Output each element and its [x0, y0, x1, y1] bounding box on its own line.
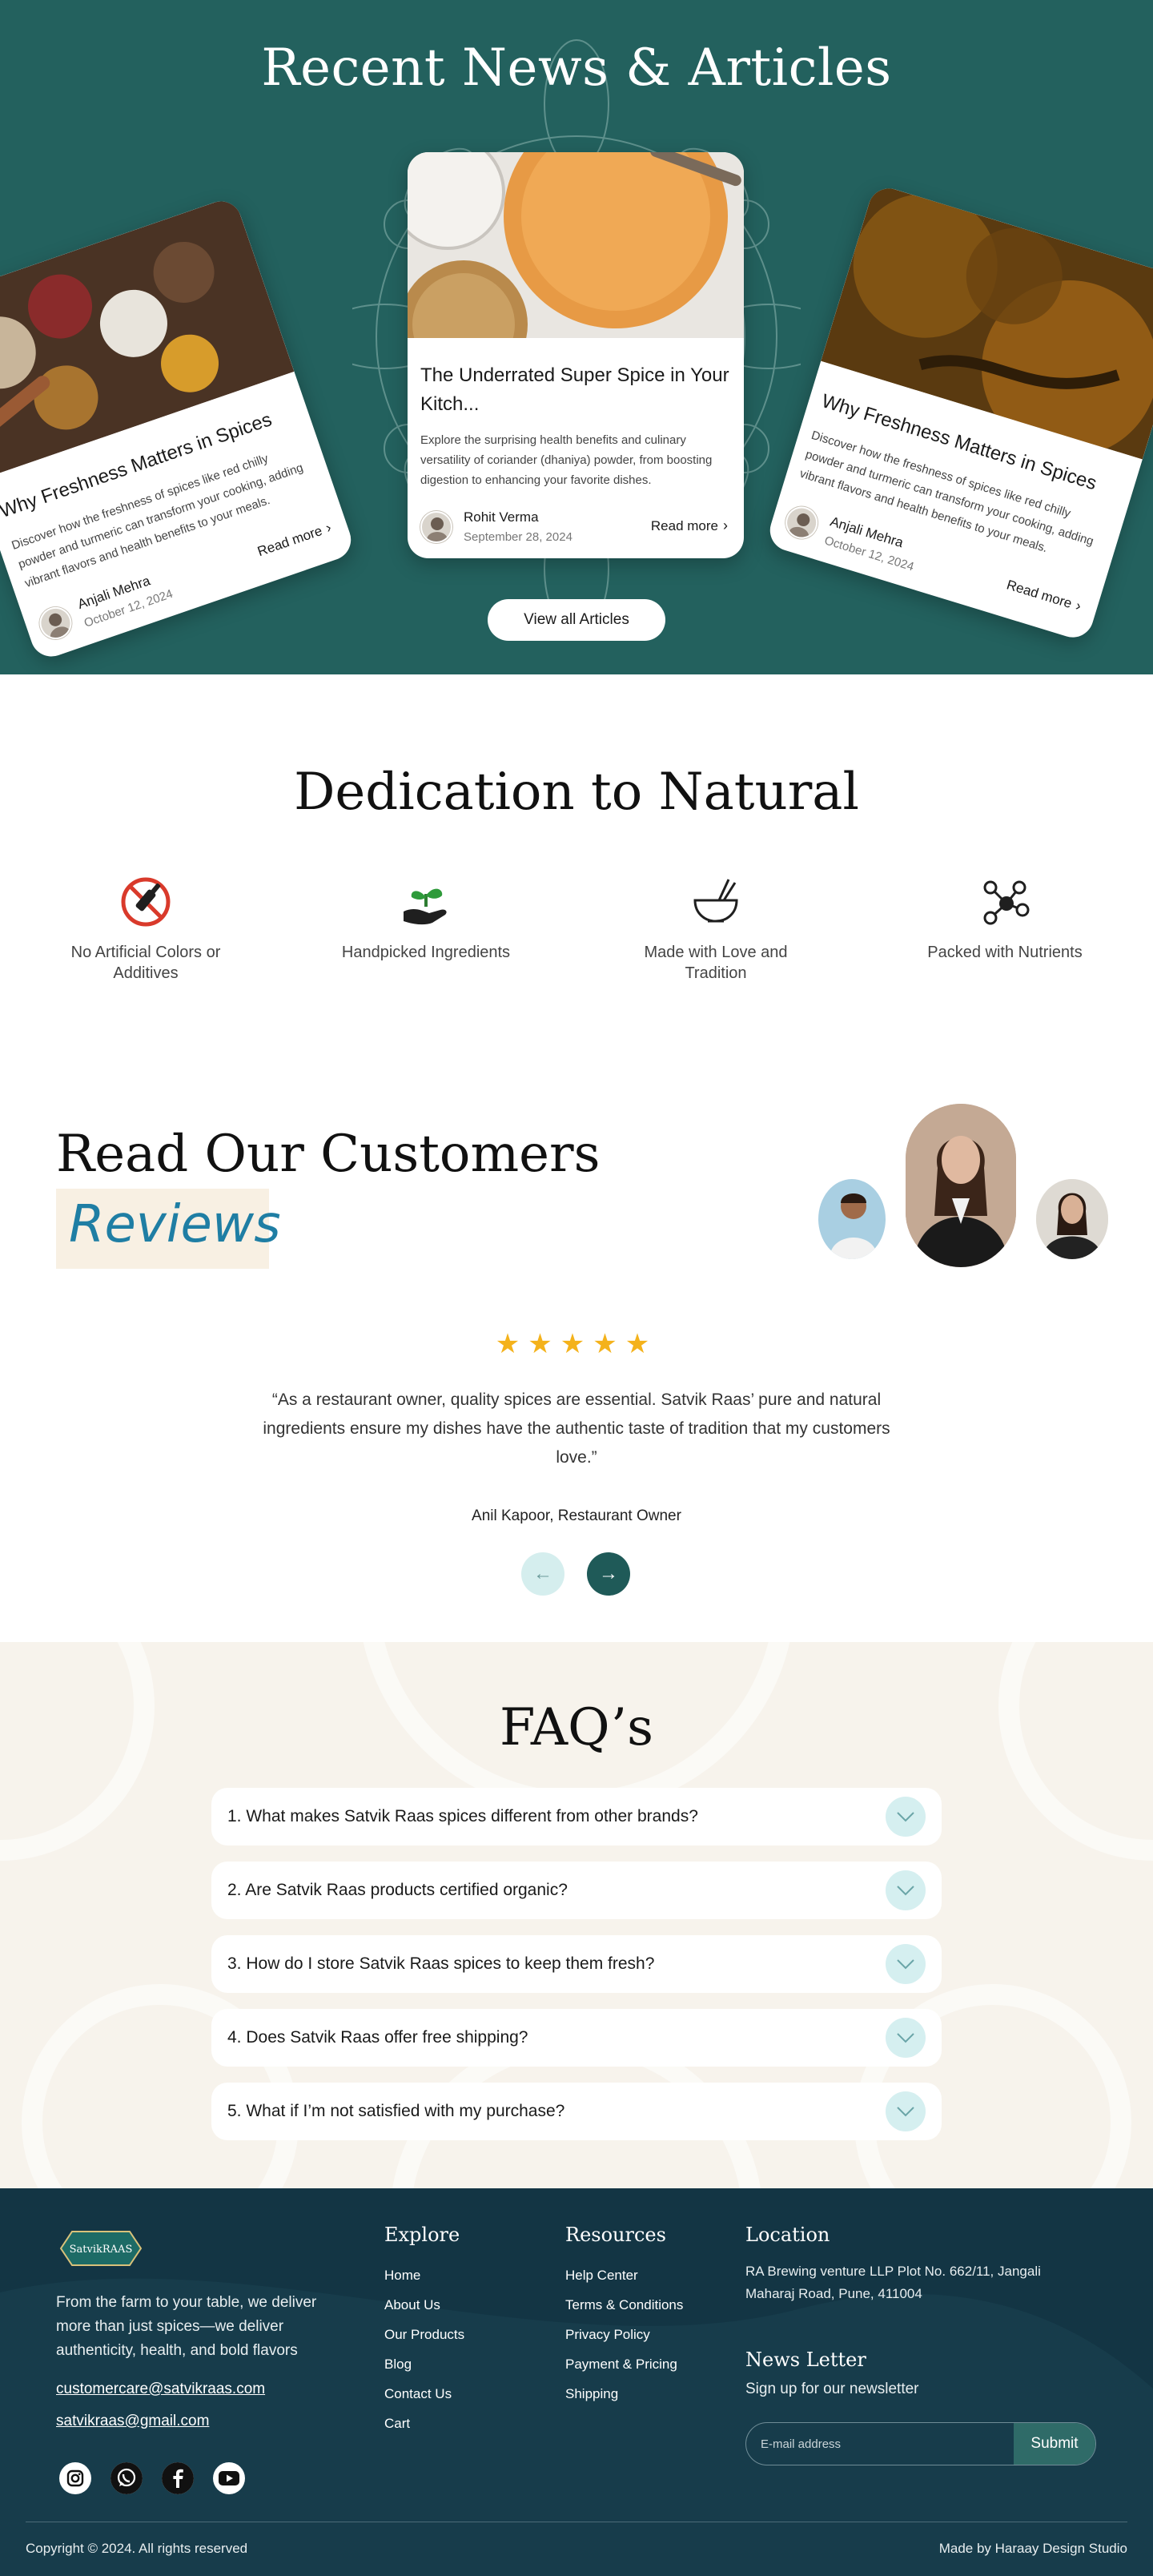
newsletter-subtitle: Sign up for our newsletter: [745, 2381, 919, 2397]
footer-resources-column: Resources Help Center Terms & Conditions…: [565, 2224, 683, 2409]
reviews-section: Read Our Customers Reviews ★★★★★ “As a r…: [0, 1059, 1153, 1642]
read-more-link[interactable]: Read more›: [651, 517, 728, 534]
arrow-right-icon: →: [599, 1563, 618, 1584]
view-all-articles-button[interactable]: View all Articles: [488, 599, 665, 641]
chevron-down-icon[interactable]: [886, 2018, 926, 2058]
read-more-link[interactable]: Read more›: [1005, 576, 1083, 614]
site-footer: SatvikRAAS From the farm to your table, …: [0, 2188, 1153, 2576]
faq-item[interactable]: 1. What makes Satvik Raas spices differe…: [211, 1788, 942, 1845]
chevron-down-icon[interactable]: [886, 1944, 926, 1984]
footer-link-privacy[interactable]: Privacy Policy: [565, 2320, 683, 2349]
faq-question: 5. What if I’m not satisfied with my pur…: [227, 2102, 565, 2120]
article-card[interactable]: The Underrated Super Spice in Your Kitch…: [408, 152, 744, 558]
footer-link-about[interactable]: About Us: [384, 2290, 464, 2320]
footer-link-payment[interactable]: Payment & Pricing: [565, 2349, 683, 2379]
footer-link-shipping[interactable]: Shipping: [565, 2379, 683, 2409]
molecule-icon: [983, 880, 1030, 925]
location-address: RA Brewing venture LLP Plot No. 662/11, …: [745, 2264, 1041, 2301]
faq-item[interactable]: 2. Are Satvik Raas products certified or…: [211, 1862, 942, 1919]
chevron-right-icon: ›: [1074, 597, 1083, 614]
dedication-title: Dedication to Natural: [294, 763, 859, 822]
facebook-icon[interactable]: [162, 2462, 194, 2494]
email-link-general[interactable]: satvikraas@gmail.com: [56, 2413, 209, 2430]
chevron-down-icon[interactable]: [886, 2091, 926, 2131]
faq-question: 1. What makes Satvik Raas spices differe…: [227, 1807, 698, 1825]
faq-title: FAQ’s: [500, 1698, 653, 1757]
footer-link-contact[interactable]: Contact Us: [384, 2379, 464, 2409]
footer-link-home[interactable]: Home: [384, 2260, 464, 2290]
article-date: September 28, 2024: [464, 530, 572, 544]
youtube-icon[interactable]: [213, 2462, 245, 2494]
no-artificial-icon: [121, 877, 171, 927]
news-title: Recent News & Articles: [261, 38, 892, 98]
email-link-customercare[interactable]: customercare@satvikraas.com: [56, 2381, 265, 2398]
faq-item[interactable]: 4. Does Satvik Raas offer free shipping?: [211, 2009, 942, 2067]
chevron-down-icon[interactable]: [886, 1797, 926, 1837]
feature-label: Handpicked Ingredients: [341, 944, 511, 961]
chevron-right-icon: ›: [323, 519, 334, 536]
author-avatar: [34, 602, 76, 643]
author-avatar: [781, 502, 822, 543]
feature-label: Made with Love and Tradition: [644, 944, 788, 982]
footer-link-help[interactable]: Help Center: [565, 2260, 683, 2290]
review-quote: “As a restaurant owner, quality spices a…: [263, 1391, 890, 1467]
feature-made-with-love: Made with Love and Tradition: [612, 873, 820, 984]
author-avatar: [420, 510, 452, 543]
newsletter-form: Submit: [745, 2422, 1096, 2465]
footer-link-terms[interactable]: Terms & Conditions: [565, 2290, 683, 2320]
chevron-right-icon: ›: [723, 517, 728, 533]
footer-location-column: Location RA Brewing venture LLP Plot No.…: [745, 2224, 1082, 2305]
bowl-icon: [693, 879, 738, 923]
news-section: Recent News & Articles Why Freshness Mat…: [0, 0, 1153, 674]
faq-question: 2. Are Satvik Raas products certified or…: [227, 1881, 568, 1899]
feature-no-artificial: No Artificial Colors or Additives: [42, 873, 250, 984]
newsletter-submit-button[interactable]: Submit: [1014, 2423, 1095, 2465]
footer-explore-column: Explore Home About Us Our Products Blog …: [384, 2224, 464, 2438]
credit-text: Made by Haraay Design Studio: [938, 2541, 1127, 2556]
rating-stars: ★★★★★: [495, 1329, 658, 1359]
copyright-text: Copyright © 2024. All rights reserved: [26, 2541, 248, 2556]
dedication-section: Dedication to Natural No Artificial Colo…: [0, 674, 1153, 1059]
faq-item[interactable]: 3. How do I store Satvik Raas spices to …: [211, 1935, 942, 1993]
faq-question: 3. How do I store Satvik Raas spices to …: [227, 1954, 655, 1973]
customer-photo-woman-2[interactable]: [1036, 1179, 1108, 1259]
newsletter-email-input[interactable]: [746, 2423, 1014, 2465]
customer-photo-woman[interactable]: [906, 1104, 1016, 1267]
read-more-link[interactable]: Read more›: [255, 519, 334, 560]
article-card[interactable]: Why Freshness Matters in Spices Discover…: [0, 195, 357, 662]
article-title[interactable]: The Underrated Super Spice in Your Kitch…: [420, 361, 731, 419]
resources-heading: Resources: [565, 2224, 666, 2246]
explore-heading: Explore: [384, 2224, 460, 2246]
next-review-button[interactable]: →: [587, 1552, 630, 1596]
feature-handpicked: Handpicked Ingredients: [322, 873, 530, 963]
footer-link-blog[interactable]: Blog: [384, 2349, 464, 2379]
reviews-title: Read Our Customers: [56, 1125, 601, 1184]
article-excerpt: Explore the surprising health benefits a…: [420, 433, 713, 487]
logo-text: SatvikRAAS: [70, 2244, 133, 2256]
feature-nutrients: Packed with Nutrients: [901, 873, 1109, 963]
feature-label: No Artificial Colors or Additives: [70, 944, 221, 982]
author-name: Rohit Verma: [464, 509, 539, 525]
article-image-coriander-bowls: [408, 152, 744, 388]
faq-question: 4. Does Satvik Raas offer free shipping?: [227, 2028, 528, 2047]
footer-link-products[interactable]: Our Products: [384, 2320, 464, 2349]
reviewer-name: Anil Kapoor, Restaurant Owner: [472, 1507, 681, 1524]
article-card[interactable]: Why Freshness Matters in Spices Discover…: [765, 183, 1153, 643]
footer-link-cart[interactable]: Cart: [384, 2409, 464, 2438]
instagram-icon[interactable]: [59, 2462, 91, 2494]
faq-section: FAQ’s 1. What makes Satvik Raas spices d…: [0, 1642, 1153, 2188]
feature-label: Packed with Nutrients: [927, 944, 1083, 961]
reviews-highlight: Reviews: [69, 1195, 281, 1254]
satvik-raas-logo[interactable]: SatvikRAAS: [58, 2224, 144, 2273]
footer-about: From the farm to your table, we deliver …: [56, 2294, 317, 2359]
location-heading: Location: [745, 2224, 830, 2246]
whatsapp-icon[interactable]: [110, 2462, 143, 2494]
newsletter-heading: News Letter: [745, 2349, 866, 2371]
arrow-left-icon: ←: [533, 1563, 552, 1584]
prev-review-button[interactable]: ←: [521, 1552, 564, 1596]
customer-photo-man[interactable]: [818, 1179, 886, 1259]
handpicked-icon: [404, 888, 447, 925]
chevron-down-icon[interactable]: [886, 1870, 926, 1910]
faq-item[interactable]: 5. What if I’m not satisfied with my pur…: [211, 2083, 942, 2140]
